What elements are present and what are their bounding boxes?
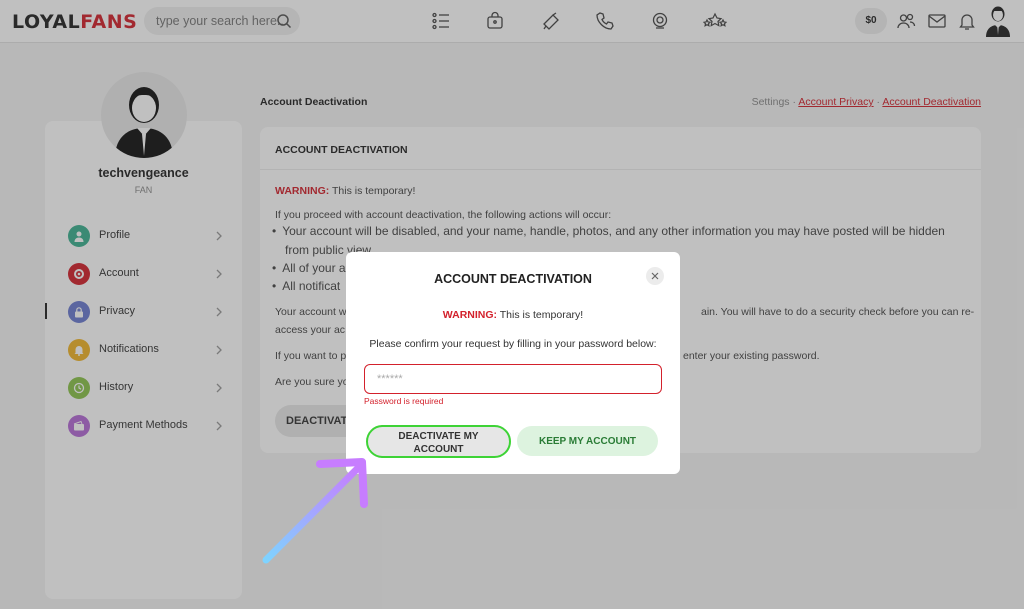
pointer-arrow-icon <box>262 458 368 564</box>
keep-my-account-button[interactable]: KEEP MY ACCOUNT <box>517 426 658 456</box>
button-label-line: ACCOUNT <box>413 443 464 455</box>
password-error: Password is required <box>364 396 444 406</box>
modal-instruction: Please confirm your request by filling i… <box>369 338 657 350</box>
close-icon <box>651 272 659 280</box>
warning-text: This is temporary! <box>497 309 584 321</box>
deactivate-my-account-button[interactable]: DEACTIVATE MY ACCOUNT <box>366 425 511 458</box>
deactivation-modal: ACCOUNT DEACTIVATION WARNING: This is te… <box>346 252 680 474</box>
modal-warning: WARNING: This is temporary! <box>346 309 680 321</box>
modal-title: ACCOUNT DEACTIVATION <box>434 272 592 286</box>
password-field[interactable] <box>364 364 662 394</box>
modal-close-button[interactable] <box>646 267 664 285</box>
button-label-line: DEACTIVATE MY <box>398 430 479 442</box>
warning-label: WARNING: <box>442 309 498 321</box>
